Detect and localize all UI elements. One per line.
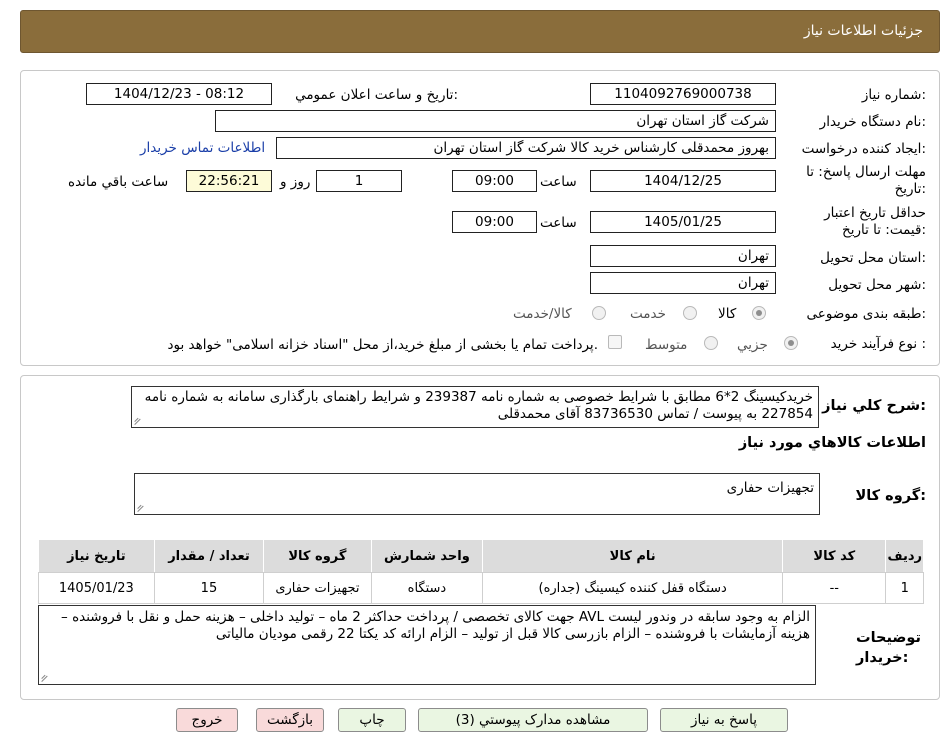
announce-label: تاریخ و ساعت اعلان عمومي:	[295, 87, 458, 103]
goods-group-text: تجهیزات حفاری	[726, 480, 814, 496]
cell-name: دستگاه قفل کننده کیسینگ (جداره)	[482, 572, 784, 604]
page-header: جزئیات اطلاعات نیاز	[20, 10, 940, 53]
goods-section-title: اطلاعات کالاهاي مورد نياز	[738, 435, 926, 451]
page-title: جزئیات اطلاعات نیاز	[803, 23, 923, 39]
creator-field[interactable]: بهروز محمدقلی کارشناس خرید کالا شرکت گاز…	[276, 137, 776, 159]
category-both-label: کالا/خدمت	[513, 306, 572, 322]
validity-time-field[interactable]: 09:00	[452, 211, 537, 233]
print-button[interactable]: چاپ	[338, 708, 406, 732]
deadline-time-field[interactable]: 09:00	[452, 170, 537, 192]
category-label: طبقه بندی موضوعی:	[806, 306, 926, 322]
resize-handle-icon[interactable]	[138, 504, 146, 512]
items-table: رديف کد کالا نام کالا واحد شمارش گروه کا…	[38, 539, 924, 604]
remaining-time-field: 22:56:21	[186, 170, 272, 192]
col-header-group: گروه کالا	[263, 539, 372, 573]
col-header-unit: واحد شمارش	[370, 539, 484, 573]
reply-button[interactable]: پاسخ به نياز	[660, 708, 788, 732]
validity-label: حداقل تاريخ اعتبار قيمت: تا تاريخ:	[824, 205, 926, 238]
deadline-date-field[interactable]: 1404/12/25	[590, 170, 776, 192]
need-number-field[interactable]: 1104092769000738	[590, 83, 776, 105]
buyer-org-field[interactable]: شرکت گاز استان تهران	[215, 110, 776, 132]
view-attachments-button[interactable]: مشاهده مدارک پيوستي (3)	[418, 708, 648, 732]
city-field[interactable]: تهران	[590, 272, 776, 294]
cell-date: 1405/01/23	[38, 572, 155, 604]
deadline-time-label: ساعت	[540, 174, 577, 190]
col-header-code: کد کالا	[782, 539, 887, 573]
goods-group-textarea[interactable]: تجهیزات حفاری	[134, 473, 820, 515]
exit-button[interactable]: خروج	[176, 708, 238, 732]
table-row: 1 -- دستگاه قفل کننده کیسینگ (جداره) دست…	[38, 572, 924, 604]
category-goods-label: کالا	[718, 306, 737, 322]
description-text: خریدکیسینگ 2*6 مطابق با شرایط خصوصی به ش…	[144, 389, 813, 422]
days-label: روز و	[280, 174, 311, 190]
announce-field[interactable]: 1404/12/23 - 08:12	[86, 83, 272, 105]
col-header-quantity: تعداد / مقدار	[153, 539, 265, 573]
resize-handle-icon[interactable]	[135, 417, 143, 425]
process-label: نوع فرآيند خريد :	[830, 336, 926, 352]
cell-code: --	[782, 572, 887, 604]
city-label: شهر محل تحويل:	[828, 277, 926, 293]
buyer-contact-link[interactable]: اطلاعات تماس خريدار	[140, 140, 265, 156]
cell-row-number: 1	[885, 572, 924, 604]
need-number-label: شماره نیاز:	[861, 87, 926, 103]
province-label: استان محل تحويل:	[820, 250, 926, 266]
category-service-radio[interactable]	[683, 306, 697, 320]
cell-quantity: 15	[153, 572, 265, 604]
buyer-org-label: نام دستگاه خريدار:	[819, 114, 926, 130]
description-label: شرح کلي نياز:	[822, 398, 926, 414]
creator-label: ايجاد کننده درخواست:	[801, 141, 926, 157]
cell-group: تجهیزات حفاری	[263, 572, 372, 604]
resize-handle-icon[interactable]	[42, 674, 50, 682]
col-header-name: نام کالا	[482, 539, 784, 573]
remaining-label: ساعت باقي مانده	[68, 174, 169, 190]
validity-time-label: ساعت	[540, 215, 577, 231]
process-minor-label: جزيي	[737, 337, 768, 353]
buyer-notes-textarea[interactable]: الزام به وجود سابقه در وندور لیست AVL جه…	[38, 605, 816, 685]
category-service-label: خدمت	[630, 306, 666, 322]
category-goods-radio[interactable]	[752, 306, 766, 320]
col-header-row-number: رديف	[885, 539, 924, 573]
treasury-note: پرداخت تمام يا بخشی از مبلغ خريد،از محل …	[167, 337, 598, 353]
buyer-notes-label: توضيحات خريدار:	[856, 630, 921, 666]
validity-date-field[interactable]: 1405/01/25	[590, 211, 776, 233]
back-button[interactable]: بازگشت	[256, 708, 324, 732]
description-textarea[interactable]: خریدکیسینگ 2*6 مطابق با شرایط خصوصی به ش…	[131, 386, 819, 428]
col-header-date: تاريخ نياز	[38, 539, 155, 573]
process-medium-radio[interactable]	[704, 336, 718, 350]
deadline-label: مهلت ارسال پاسخ: تا تاريخ:	[806, 164, 926, 197]
treasury-checkbox[interactable]	[608, 335, 622, 349]
process-medium-label: متوسط	[645, 337, 688, 353]
province-field[interactable]: تهران	[590, 245, 776, 267]
category-both-radio[interactable]	[592, 306, 606, 320]
cell-unit: دستگاه	[370, 572, 484, 604]
table-header-row: رديف کد کالا نام کالا واحد شمارش گروه کا…	[38, 539, 924, 573]
goods-group-label: گروه کالا:	[855, 488, 926, 504]
buyer-notes-text: الزام به وجود سابقه در وندور لیست AVL جه…	[61, 609, 810, 642]
process-minor-radio[interactable]	[784, 336, 798, 350]
days-field[interactable]: 1	[316, 170, 402, 192]
